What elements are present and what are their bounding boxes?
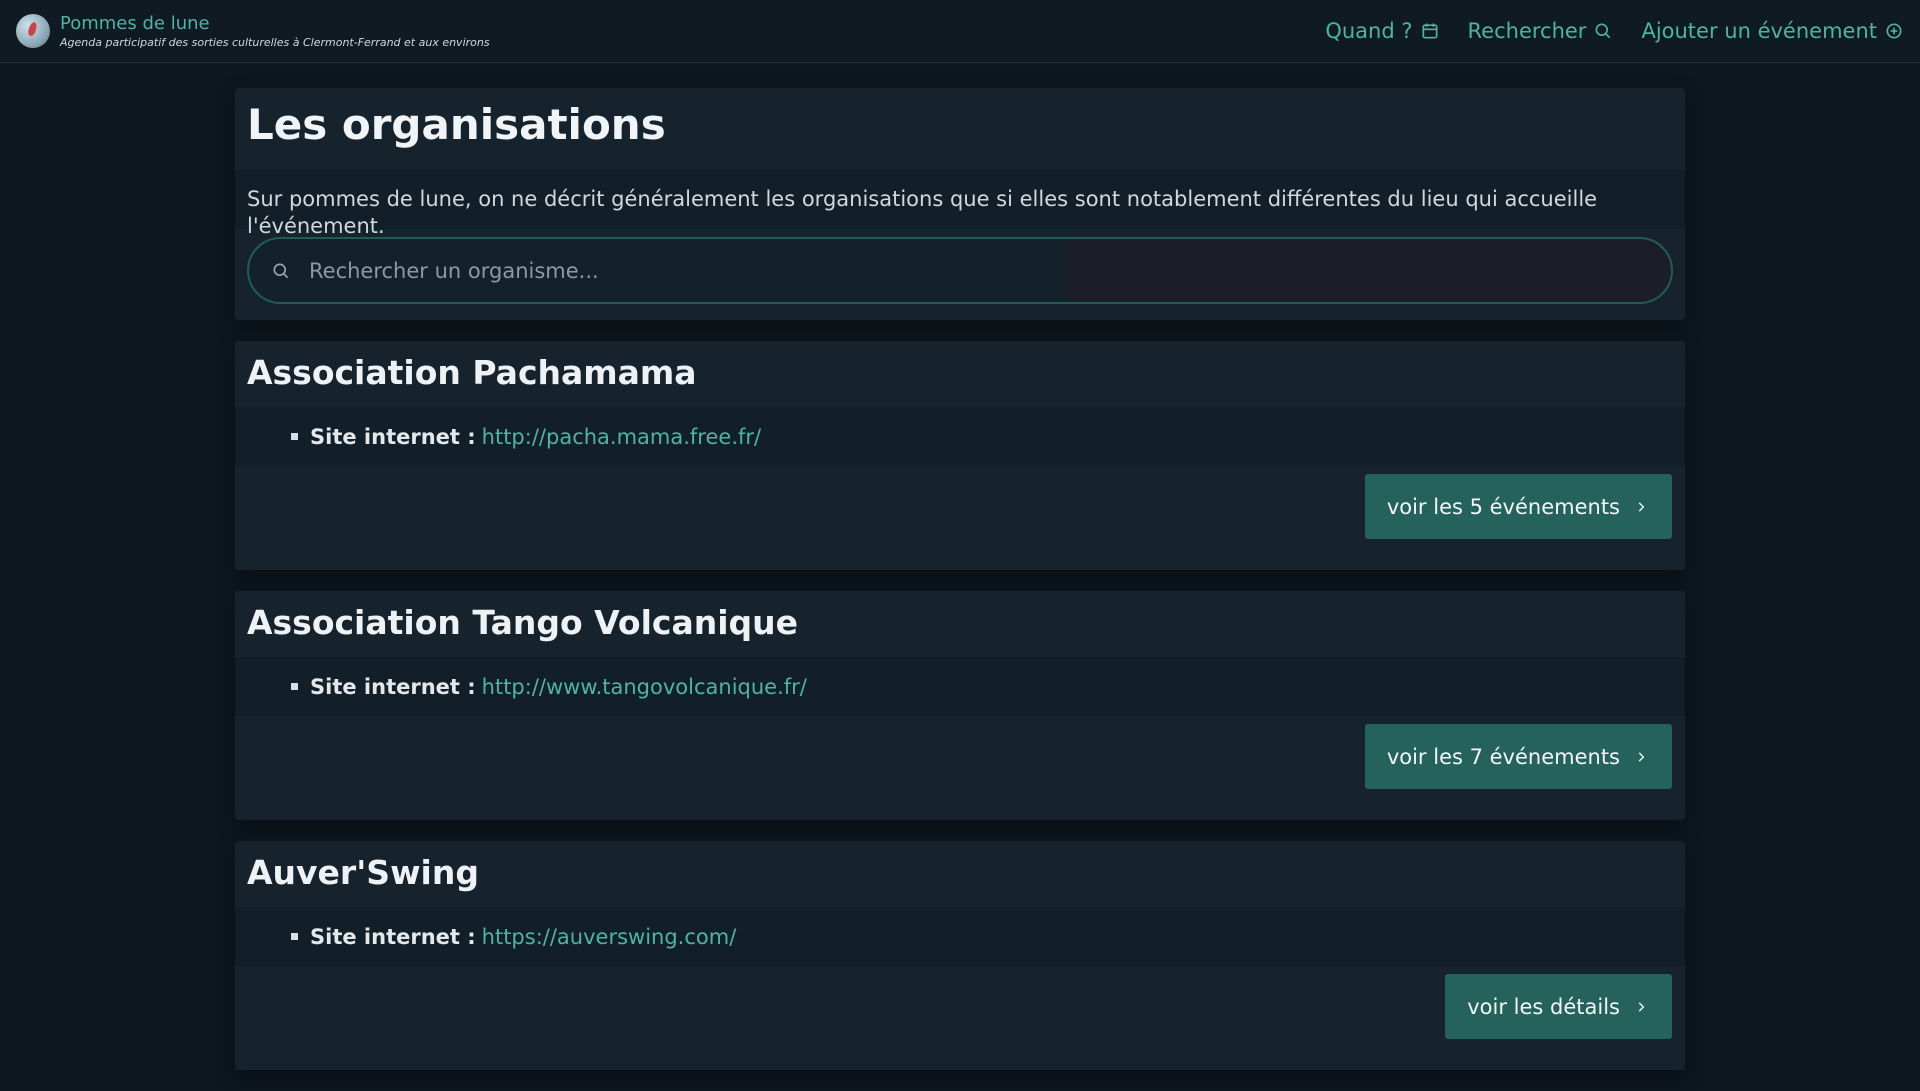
website-link[interactable]: https://auverswing.com/	[482, 925, 737, 949]
list-bullet	[291, 683, 298, 690]
website-label: Site internet :	[310, 424, 476, 449]
page-title: Les organisations	[247, 100, 666, 149]
view-events-button[interactable]: voir les 5 événements	[1364, 474, 1672, 539]
nav-add-event[interactable]: Ajouter un événement	[1641, 19, 1904, 43]
organization-card-pachamama: Association Pachamama Site internet : ht…	[235, 341, 1685, 570]
organization-details: Site internet : http://pacha.mama.free.f…	[235, 407, 1685, 466]
organization-name: Association Tango Volcanique	[247, 603, 799, 642]
chevron-right-icon	[1638, 1001, 1645, 1012]
organization-card-tango-volcanique: Association Tango Volcanique Site intern…	[235, 591, 1685, 820]
view-events-label: voir les 7 événements	[1386, 744, 1620, 769]
plus-circle-icon	[1886, 23, 1902, 39]
site-name[interactable]: Pommes de lune	[60, 13, 490, 34]
brand-text: Pommes de lune Agenda participatif des s…	[60, 13, 490, 49]
search-icon	[273, 263, 289, 278]
list-bullet	[291, 433, 298, 440]
page-description: Sur pommes de lune, on ne décrit général…	[235, 170, 1685, 238]
organization-title-row: Association Tango Volcanique	[235, 591, 1685, 657]
organization-details: Site internet : http://www.tangovolcaniq…	[235, 657, 1685, 716]
view-details-label: voir les détails	[1467, 994, 1620, 1019]
website-link[interactable]: http://www.tangovolcanique.fr/	[482, 675, 807, 699]
organization-name: Association Pachamama	[247, 353, 697, 392]
organization-title-row: Association Pachamama	[235, 341, 1685, 407]
nav-when-label: Quand ?	[1325, 19, 1413, 43]
organization-actions: voir les 7 événements	[235, 716, 1685, 820]
top-navigation-bar: Pommes de lune Agenda participatif des s…	[0, 0, 1920, 63]
website-label: Site internet :	[310, 924, 476, 949]
search-icon	[1595, 23, 1611, 39]
organization-details: Site internet : https://auverswing.com/	[235, 907, 1685, 966]
organization-title-row: Auver'Swing	[235, 841, 1685, 907]
chevron-right-icon	[1638, 501, 1645, 512]
site-brand[interactable]: Pommes de lune Agenda participatif des s…	[16, 13, 490, 49]
organization-search-input[interactable]	[307, 239, 1671, 302]
site-tagline: Agenda participatif des sorties culturel…	[60, 36, 490, 49]
list-bullet	[291, 933, 298, 940]
page-title-row: Les organisations	[235, 88, 1685, 170]
view-details-button[interactable]: voir les détails	[1445, 974, 1672, 1039]
organization-actions: voir les 5 événements	[235, 466, 1685, 570]
organization-search-area	[235, 229, 1685, 320]
nav-add-event-label: Ajouter un événement	[1641, 19, 1877, 43]
nav-search[interactable]: Rechercher	[1468, 19, 1614, 43]
organizations-header-panel: Les organisations Sur pommes de lune, on…	[235, 88, 1685, 320]
view-events-button[interactable]: voir les 7 événements	[1364, 724, 1672, 789]
nav-when[interactable]: Quand ?	[1325, 19, 1439, 43]
organization-card-auverswing: Auver'Swing Site internet : https://auve…	[235, 841, 1685, 1070]
organization-actions: voir les détails	[235, 966, 1685, 1070]
site-logo[interactable]	[16, 14, 50, 48]
view-events-label: voir les 5 événements	[1386, 494, 1620, 519]
website-link[interactable]: http://pacha.mama.free.fr/	[482, 425, 761, 449]
main-navigation: Quand ? Rechercher Ajouter un événement	[1325, 19, 1904, 43]
nav-search-label: Rechercher	[1467, 19, 1587, 43]
calendar-icon	[1422, 23, 1438, 39]
chevron-right-icon	[1638, 751, 1645, 762]
website-label: Site internet :	[310, 674, 476, 699]
organization-search-box[interactable]	[247, 237, 1673, 304]
main-content: Les organisations Sur pommes de lune, on…	[235, 88, 1685, 1091]
organization-name: Auver'Swing	[247, 853, 479, 892]
